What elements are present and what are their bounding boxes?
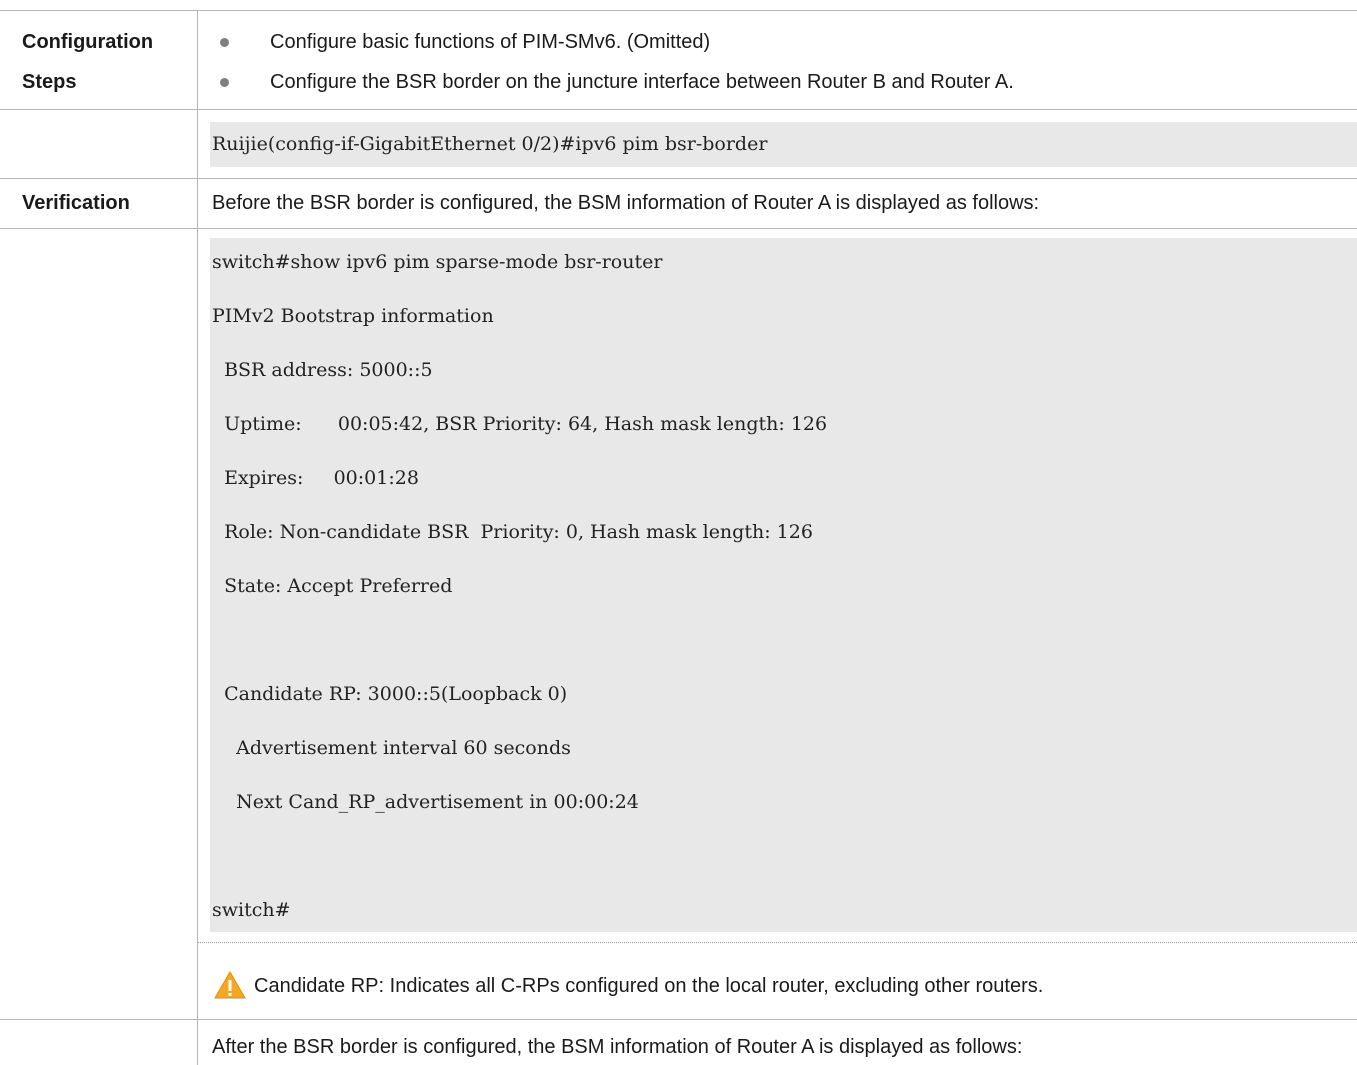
code-line: Next Cand_RP_advertisement in 00:00:24: [212, 791, 639, 813]
warning-note: Candidate RP: Indicates all C-RPs config…: [254, 975, 1044, 997]
warning-icon: [214, 970, 246, 999]
code-line: Expires: 00:01:28: [212, 467, 419, 489]
list-item: Configure basic functions of PIM-SMv6. (…: [198, 22, 1357, 62]
document-page: Configuration Steps Configure basic func…: [0, 0, 1357, 1065]
bullet-icon: [220, 38, 229, 47]
row-label-steps: Steps: [22, 71, 77, 93]
code-line: State: Accept Preferred: [212, 575, 453, 597]
verification-text: Before the BSR border is configured, the…: [212, 192, 1040, 214]
row-divider-dotted: [198, 942, 1357, 943]
table-column-divider: [197, 10, 198, 1065]
row-divider: [0, 228, 1357, 229]
code-line: Role: Non-candidate BSR Priority: 0, Has…: [212, 521, 813, 543]
code-line: PIMv2 Bootstrap information: [212, 305, 494, 327]
code-line: Advertisement interval 60 seconds: [212, 737, 571, 759]
code-line: switch#: [212, 899, 291, 921]
code-line: switch#show ipv6 pim sparse-mode bsr-rou…: [212, 251, 663, 273]
list-item-text: Configure basic functions of PIM-SMv6. (…: [270, 31, 711, 53]
table-top-border: [0, 10, 1357, 11]
after-config-text: After the BSR border is configured, the …: [212, 1036, 1023, 1058]
row-divider: [0, 1019, 1357, 1020]
list-item: Configure the BSR border on the juncture…: [198, 62, 1357, 102]
row-label-verification: Verification: [22, 192, 130, 214]
code-line: BSR address: 5000::5: [212, 359, 433, 381]
row-divider: [0, 178, 1357, 179]
row-divider: [0, 109, 1357, 110]
row-label-configuration: Configuration: [22, 31, 154, 53]
code-line: Candidate RP: 3000::5(Loopback 0): [212, 683, 568, 705]
code-line: Uptime: 00:05:42, BSR Priority: 64, Hash…: [212, 413, 828, 435]
bullet-icon: [220, 78, 229, 87]
code-line: Ruijie(config-if-GigabitEthernet 0/2)#ip…: [212, 133, 768, 155]
list-item-text: Configure the BSR border on the juncture…: [270, 71, 1014, 93]
